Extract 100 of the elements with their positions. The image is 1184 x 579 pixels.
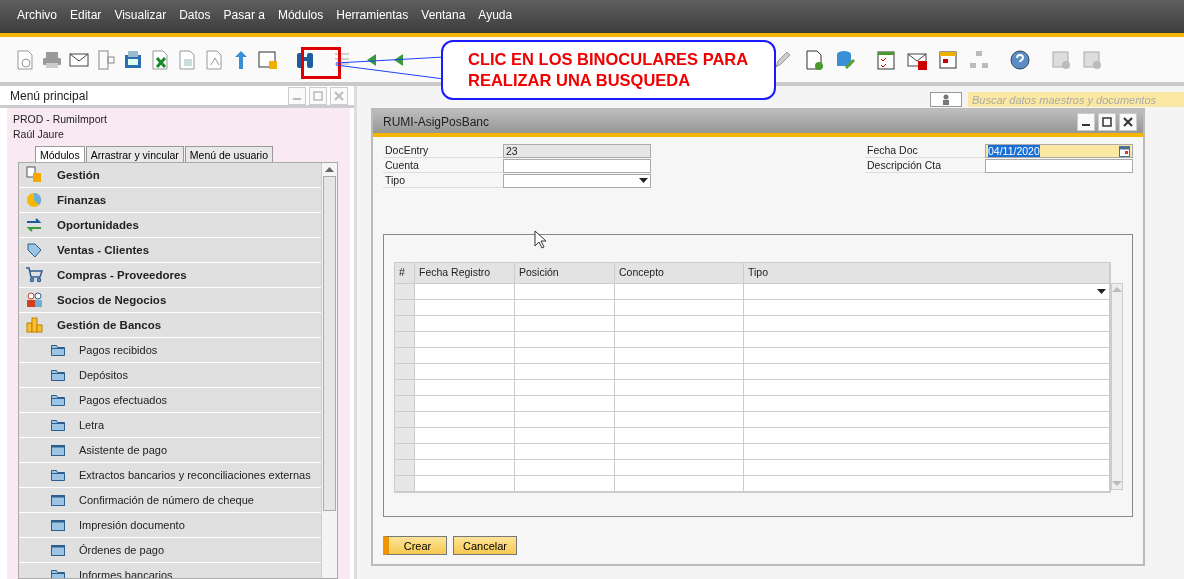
module-icon (25, 241, 43, 259)
row-header[interactable] (395, 428, 415, 444)
row-header[interactable] (395, 396, 415, 412)
field-label: Descripción Cta (865, 159, 985, 173)
user-icon (942, 94, 950, 105)
field-label: Fecha Doc (865, 144, 985, 158)
row-header[interactable] (395, 412, 415, 428)
submenu-item[interactable]: Pagos efectuados (19, 388, 321, 413)
row-header[interactable] (395, 444, 415, 460)
search-field[interactable]: Buscar datos maestros y documentos (968, 92, 1184, 107)
folder-icon (51, 394, 65, 406)
module-item[interactable]: Oportunidades (19, 213, 321, 238)
module-icon (25, 316, 43, 334)
form-button[interactable]: Crear (383, 536, 447, 555)
company-name: PROD - RumiImport (13, 112, 108, 127)
module-item[interactable]: Finanzas (19, 188, 321, 213)
minimize-button[interactable] (1077, 112, 1095, 131)
menu-item[interactable]: Datos (179, 7, 211, 22)
fax-icon[interactable] (122, 48, 144, 71)
minimize-icon (1082, 124, 1090, 126)
input-field[interactable] (985, 159, 1133, 173)
menu-item[interactable]: Herramientas (336, 7, 409, 22)
menu-item[interactable]: Editar (70, 7, 102, 22)
column-header[interactable]: Tipo (744, 263, 1110, 284)
module-item[interactable]: Ventas - Clientes (19, 238, 321, 263)
database-wrench-icon[interactable] (834, 48, 856, 71)
scrollbar[interactable] (1111, 283, 1123, 490)
mouse-pointer-icon (534, 230, 548, 250)
scrollbar[interactable] (321, 163, 337, 578)
menu-item[interactable]: Ventana (421, 7, 466, 22)
help-icon[interactable] (1009, 48, 1031, 71)
menu-item[interactable]: Módulos (277, 7, 324, 22)
dropdown-field[interactable] (503, 174, 651, 188)
column-header[interactable]: Concepto (615, 263, 744, 284)
menu-item[interactable]: Pasar a (223, 7, 265, 22)
submenu-item[interactable]: Depósitos (19, 363, 321, 388)
close-icon (1123, 116, 1133, 127)
tab[interactable]: Arrastrar y vincular (85, 146, 184, 162)
highlight-frame (301, 47, 341, 79)
submenu-item[interactable]: Impresión documento (19, 513, 321, 538)
module-item[interactable]: Gestión de Bancos (19, 313, 321, 338)
submenu-item[interactable]: Pagos recibidos (19, 338, 321, 363)
submenu-item[interactable]: Confirmación de número de cheque (19, 488, 321, 513)
menu-item[interactable]: Archivo (17, 7, 57, 22)
submenu-item[interactable]: Órdenes de pago (19, 538, 321, 563)
submenu-item[interactable]: Asistente de pago (19, 438, 321, 463)
input-field: 23 (503, 144, 651, 158)
row-header[interactable] (395, 332, 415, 348)
submenu-item[interactable]: Letra (19, 413, 321, 438)
folder-icon (51, 569, 65, 578)
module-item[interactable]: Socios de Negocios (19, 288, 321, 313)
menu-item[interactable]: Visualizar (114, 7, 167, 22)
hierarchy-icon[interactable] (968, 48, 990, 71)
maximize-button[interactable] (1098, 112, 1116, 131)
row-header[interactable] (395, 284, 415, 300)
tab[interactable]: Módulos (35, 146, 85, 162)
row-header[interactable] (395, 364, 415, 380)
field-label: Cuenta (383, 159, 503, 173)
row-header[interactable] (395, 348, 415, 364)
column-header[interactable]: # (395, 263, 415, 284)
window-icon (51, 544, 65, 556)
calendar-icon[interactable] (937, 48, 959, 71)
column-header[interactable]: Posición (515, 263, 615, 284)
scroll-up-icon[interactable] (325, 167, 334, 172)
window-icon (51, 444, 65, 456)
row-header[interactable] (395, 476, 415, 492)
input-field[interactable] (503, 159, 651, 173)
calendar-icon[interactable] (1119, 145, 1130, 157)
dropdown-arrow-icon[interactable] (1097, 288, 1106, 295)
module-icon (25, 291, 43, 309)
field-label: Tipo (383, 174, 503, 188)
window-icon (51, 494, 65, 506)
minimize-icon (293, 98, 301, 100)
user-button[interactable] (930, 92, 962, 107)
form-button[interactable]: Cancelar (453, 536, 517, 555)
checklist-icon[interactable] (875, 48, 897, 71)
column-header[interactable]: Fecha Registro (415, 263, 515, 284)
dropdown-arrow-icon[interactable] (639, 178, 648, 184)
spreadsheet-icon[interactable] (149, 48, 171, 71)
tab[interactable]: Menú de usuario (184, 146, 274, 162)
document-icon[interactable] (176, 48, 198, 71)
row-header[interactable] (395, 300, 415, 316)
close-button[interactable] (1119, 112, 1137, 131)
scroll-thumb[interactable] (323, 176, 336, 511)
module-icon (25, 191, 43, 209)
field-label: DocEntry (383, 144, 503, 158)
user-name: Raúl Jaure (13, 127, 65, 142)
window-title: RUMI-AsigPosBanc (383, 114, 490, 129)
row-header[interactable] (395, 380, 415, 396)
menu-item[interactable]: Ayuda (478, 7, 513, 22)
scroll-down-icon[interactable] (1112, 481, 1122, 486)
row-header[interactable] (395, 460, 415, 476)
date-field[interactable]: 04/11/2020 (985, 144, 1133, 158)
module-item[interactable]: Compras - Proveedores (19, 263, 321, 288)
callout-text: CLIC EN LOS BINOCULARES PARA REALIZAR UNA BUSQUEDA (468, 49, 749, 91)
module-item[interactable]: Gestión (19, 163, 321, 188)
row-header[interactable] (395, 316, 415, 332)
folder-icon (51, 419, 65, 431)
module-icon (25, 166, 43, 184)
submenu-item[interactable]: Extractos bancarios y reconciliaciones externas (19, 463, 321, 488)
